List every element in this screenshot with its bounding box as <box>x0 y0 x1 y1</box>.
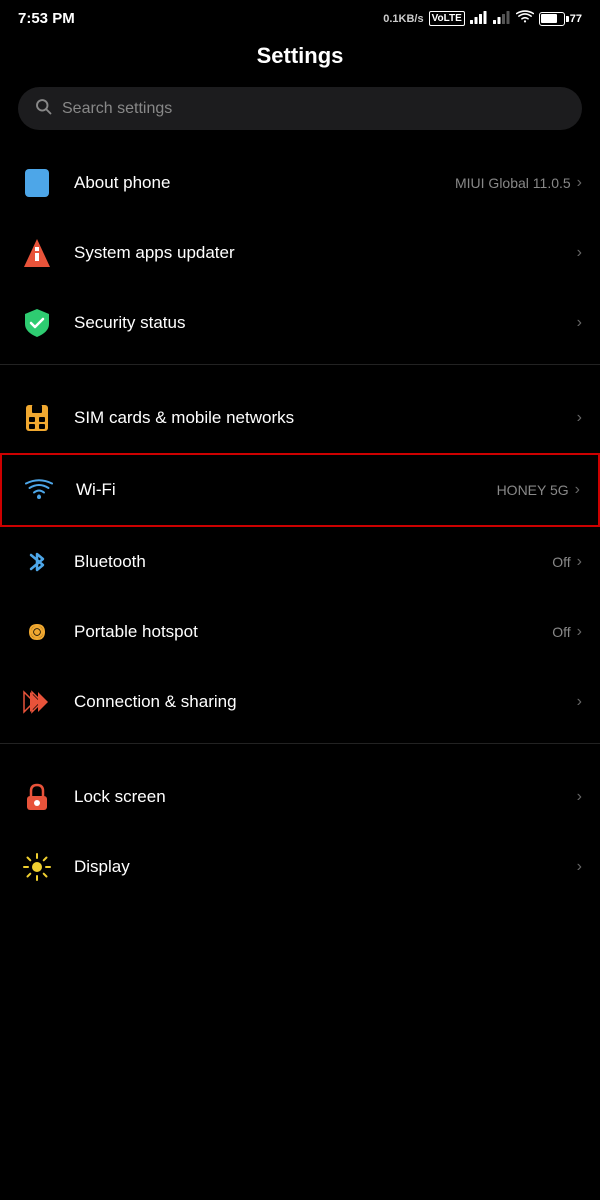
status-right: 0.1KB/s VoLTE <box>383 10 582 27</box>
display-icon <box>18 848 56 886</box>
lock-screen-chevron: › <box>577 788 582 806</box>
volte-icon: VoLTE <box>429 11 465 26</box>
search-icon <box>34 97 52 120</box>
spacer-2 <box>0 750 600 762</box>
shield-icon <box>18 304 56 342</box>
wifi-icon <box>20 471 58 509</box>
sim-cards-chevron: › <box>577 409 582 427</box>
divider-1 <box>0 364 600 365</box>
spacer-1 <box>0 371 600 383</box>
section-personalization: Lock screen › Display › <box>0 762 600 902</box>
settings-item-wifi[interactable]: Wi-Fi HONEY 5G › <box>0 453 600 527</box>
sim-icon <box>18 399 56 437</box>
security-status-chevron: › <box>577 314 582 332</box>
updater-icon <box>18 234 56 272</box>
section-connectivity: SIM cards & mobile networks › Wi-Fi HONE… <box>0 383 600 737</box>
about-phone-value: MIUI Global 11.0.5 <box>455 175 571 191</box>
hotspot-value: Off <box>552 624 570 640</box>
battery-fill <box>541 14 557 23</box>
connection-label: Connection & sharing <box>74 692 577 712</box>
about-phone-chevron: › <box>577 174 582 192</box>
about-phone-label: About phone <box>74 173 455 193</box>
system-updater-chevron: › <box>577 244 582 262</box>
bluetooth-label: Bluetooth <box>74 552 552 572</box>
status-bar: 7:53 PM 0.1KB/s VoLTE <box>0 0 600 33</box>
wifi-value: HONEY 5G <box>497 482 569 498</box>
display-label: Display <box>74 857 577 877</box>
settings-item-about-phone[interactable]: About phone MIUI Global 11.0.5 › <box>0 148 600 218</box>
bluetooth-chevron: › <box>577 553 582 571</box>
page-title: Settings <box>0 33 600 87</box>
divider-2 <box>0 743 600 744</box>
lock-screen-label: Lock screen <box>74 787 577 807</box>
bluetooth-value: Off <box>552 554 570 570</box>
bluetooth-icon <box>18 543 56 581</box>
search-placeholder: Search settings <box>62 100 172 118</box>
display-chevron: › <box>577 858 582 876</box>
section-system: About phone MIUI Global 11.0.5 › System … <box>0 148 600 358</box>
phone-icon <box>18 164 56 202</box>
settings-item-display[interactable]: Display › <box>0 832 600 902</box>
settings-list: About phone MIUI Global 11.0.5 › System … <box>0 148 600 902</box>
hotspot-label: Portable hotspot <box>74 622 552 642</box>
system-updater-label: System apps updater <box>74 243 577 263</box>
settings-item-connection[interactable]: Connection & sharing › <box>0 667 600 737</box>
settings-item-security-status[interactable]: Security status › <box>0 288 600 358</box>
status-time: 7:53 PM <box>18 10 75 27</box>
connection-icon <box>18 683 56 721</box>
hotspot-chevron: › <box>577 623 582 641</box>
security-status-label: Security status <box>74 313 577 333</box>
settings-item-bluetooth[interactable]: Bluetooth Off › <box>0 527 600 597</box>
lock-icon <box>18 778 56 816</box>
settings-item-lock-screen[interactable]: Lock screen › <box>0 762 600 832</box>
settings-item-system-updater[interactable]: System apps updater › <box>0 218 600 288</box>
signal-icon-2 <box>493 10 511 27</box>
wifi-label: Wi-Fi <box>76 480 497 500</box>
wifi-chevron: › <box>575 481 580 499</box>
sim-cards-label: SIM cards & mobile networks <box>74 408 577 428</box>
search-bar[interactable]: Search settings <box>18 87 582 130</box>
settings-item-hotspot[interactable]: Portable hotspot Off › <box>0 597 600 667</box>
status-speed: 0.1KB/s <box>383 13 423 25</box>
battery-icon <box>539 12 565 26</box>
signal-icon-1 <box>470 10 488 27</box>
connection-chevron: › <box>577 693 582 711</box>
battery-level: 77 <box>570 13 582 25</box>
hotspot-icon <box>18 613 56 651</box>
wifi-status-icon <box>516 10 534 27</box>
settings-item-sim-cards[interactable]: SIM cards & mobile networks › <box>0 383 600 453</box>
